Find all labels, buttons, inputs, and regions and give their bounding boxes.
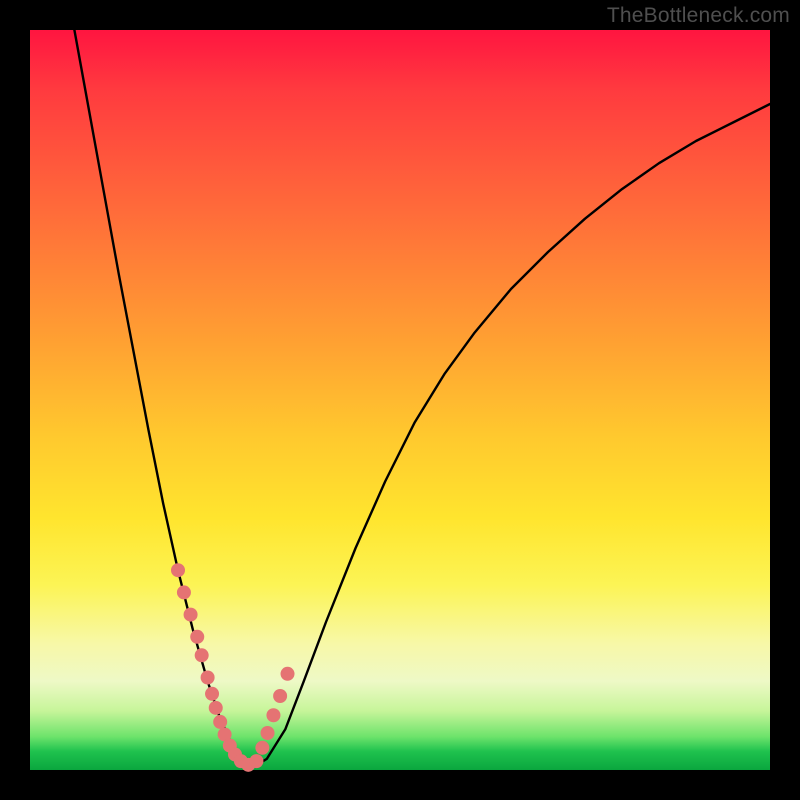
sample-point (261, 726, 275, 740)
sample-point (266, 708, 280, 722)
chart-stage: TheBottleneck.com (0, 0, 800, 800)
plot-area (30, 30, 770, 770)
sample-point (249, 754, 263, 768)
sample-point (184, 608, 198, 622)
bottleneck-curve (30, 30, 770, 770)
sample-point (201, 671, 215, 685)
sample-point (273, 689, 287, 703)
sample-point (205, 687, 219, 701)
sample-point (177, 585, 191, 599)
sample-point (195, 648, 209, 662)
attribution-label: TheBottleneck.com (607, 4, 790, 28)
sample-point (209, 701, 223, 715)
sample-point (281, 667, 295, 681)
sample-point (255, 741, 269, 755)
sample-point (171, 563, 185, 577)
sample-point (213, 715, 227, 729)
bottleneck-curve-path (74, 30, 770, 768)
sample-point (190, 630, 204, 644)
